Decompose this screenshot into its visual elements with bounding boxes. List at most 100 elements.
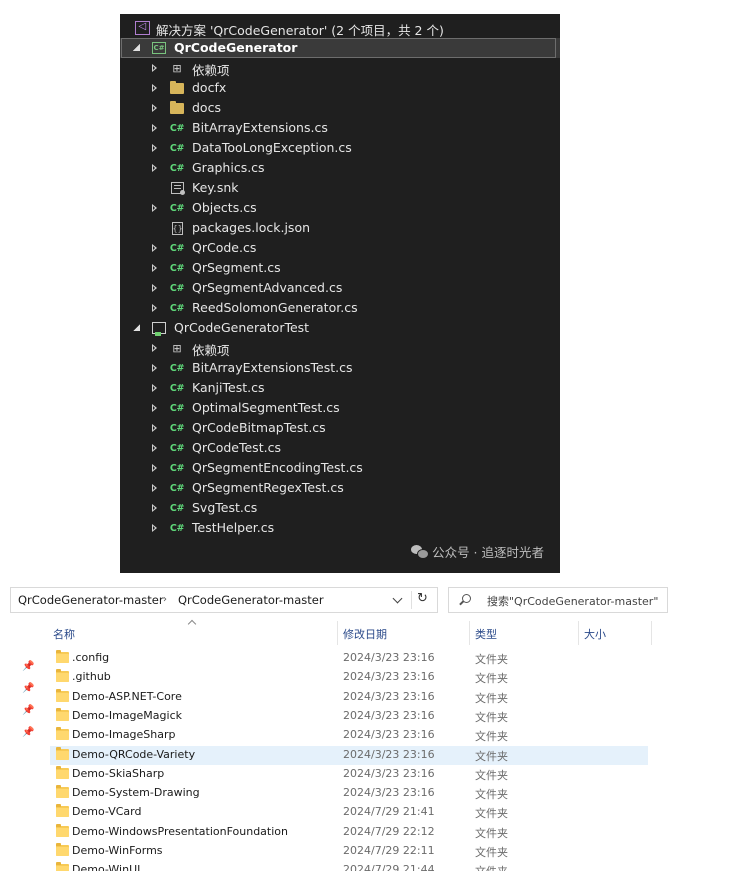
csharp-file-icon: C# <box>169 282 185 294</box>
file-row[interactable]: Demo-WinUI 2024/7/29 21:44 文件夹 <box>50 861 648 871</box>
folder-icon <box>56 727 69 741</box>
tree-item[interactable]: C# ReedSolomonGenerator.cs <box>120 298 560 318</box>
expand-arrow-icon[interactable] <box>150 63 160 73</box>
expand-arrow-icon[interactable] <box>150 203 160 213</box>
tree-item[interactable]: C# Objects.cs <box>120 198 560 218</box>
expand-arrow-icon[interactable] <box>150 243 160 253</box>
tree-item[interactable]: C# KanjiTest.cs <box>120 378 560 398</box>
expand-arrow-icon[interactable] <box>150 263 160 273</box>
tree-item[interactable]: C# TestHelper.cs <box>120 518 560 538</box>
file-row[interactable]: Demo-SkiaSharp 2024/3/23 23:16 文件夹 <box>50 765 648 784</box>
solution-root-row[interactable]: 解决方案 'QrCodeGenerator' (2 个项目，共 2 个) <box>120 18 560 38</box>
address-bar[interactable]: QrCodeGenerator-master › QrCodeGenerator… <box>10 587 438 613</box>
file-row[interactable]: Demo-ASP.NET-Core 2024/3/23 23:16 文件夹 <box>50 688 648 707</box>
file-row[interactable]: Demo-QRCode-Variety 2024/3/23 23:16 文件夹 <box>50 745 648 765</box>
column-header-type[interactable]: 类型 <box>475 626 497 642</box>
tree-item[interactable]: C# QrSegmentEncodingTest.cs <box>120 458 560 478</box>
column-header-name[interactable]: 名称 <box>53 626 75 642</box>
column-header-date[interactable]: 修改日期 <box>343 626 387 642</box>
tree-item[interactable]: C# QrSegment.cs <box>120 258 560 278</box>
tree-item[interactable]: C# BitArrayExtensions.cs <box>120 118 560 138</box>
expand-arrow-icon[interactable] <box>150 463 160 473</box>
file-row[interactable]: Demo-WindowsPresentationFoundation 2024/7… <box>50 823 648 842</box>
pin-icon[interactable]: 📌 <box>22 727 34 738</box>
tree-item[interactable]: C# OptimalSegmentTest.cs <box>120 398 560 418</box>
column-header-size[interactable]: 大小 <box>584 626 606 642</box>
expand-arrow-icon[interactable] <box>150 163 160 173</box>
file-row[interactable]: Demo-System-Drawing 2024/3/23 23:16 文件夹 <box>50 784 648 803</box>
tree-item[interactable]: docs <box>120 98 560 118</box>
expand-arrow-icon[interactable] <box>150 103 160 113</box>
tree-item[interactable]: C# DataTooLongException.cs <box>120 138 560 158</box>
expand-arrow-icon[interactable] <box>150 423 160 433</box>
expand-arrow-icon[interactable] <box>150 283 160 293</box>
csharp-file-icon: C# <box>169 402 185 414</box>
expand-arrow-icon[interactable] <box>150 83 160 93</box>
expand-arrow-icon[interactable] <box>150 443 160 453</box>
column-divider[interactable] <box>578 621 579 645</box>
expand-arrow-icon[interactable] <box>150 503 160 513</box>
expand-arrow-icon[interactable] <box>150 303 160 313</box>
tree-item[interactable]: ⊞ 依赖项 <box>120 58 560 78</box>
breadcrumb-segment-parent[interactable]: QrCodeGenerator-master <box>18 593 164 607</box>
folder-icon <box>169 81 185 95</box>
file-type: 文件夹 <box>475 768 508 782</box>
tree-item[interactable]: ⊞ 依赖项 <box>120 338 560 358</box>
test-project-icon <box>151 321 167 336</box>
pin-icon[interactable]: 📌 <box>22 661 34 672</box>
tree-item[interactable]: C# QrCodeGenerator <box>120 38 560 58</box>
csharp-file-icon: C# <box>169 122 185 134</box>
search-box[interactable]: 搜索"QrCodeGenerator-master" <box>448 587 668 613</box>
tree-item[interactable]: docfx <box>120 78 560 98</box>
file-row[interactable]: .config 2024/3/23 23:16 文件夹 <box>50 649 648 668</box>
breadcrumb-segment-current[interactable]: QrCodeGenerator-master <box>178 593 324 607</box>
json-file-icon: {} <box>171 221 183 235</box>
collapse-arrow-icon[interactable] <box>132 323 142 333</box>
file-name: .github <box>72 670 111 684</box>
expand-arrow-icon[interactable] <box>150 343 160 353</box>
tree-item-label: QrSegment.cs <box>192 260 281 275</box>
pin-icon[interactable]: 📌 <box>22 683 34 694</box>
expand-arrow-icon[interactable] <box>150 403 160 413</box>
expand-arrow-icon[interactable] <box>150 523 160 533</box>
tree-item[interactable]: C# QrSegmentRegexTest.cs <box>120 478 560 498</box>
pin-icon[interactable]: 📌 <box>22 705 34 716</box>
file-row[interactable]: Demo-ImageMagick 2024/3/23 23:16 文件夹 <box>50 707 648 726</box>
file-modified-date: 2024/7/29 22:12 <box>343 824 435 838</box>
tree-item[interactable]: C# QrCode.cs <box>120 238 560 258</box>
column-divider[interactable] <box>337 621 338 645</box>
expand-arrow-icon[interactable] <box>150 383 160 393</box>
tree-item[interactable]: {} packages.lock.json <box>120 218 560 238</box>
tree-item[interactable]: C# QrSegmentAdvanced.cs <box>120 278 560 298</box>
file-type: 文件夹 <box>475 672 508 686</box>
search-icon <box>462 594 471 603</box>
column-divider[interactable] <box>651 621 652 645</box>
file-row[interactable]: Demo-WinForms 2024/7/29 22:11 文件夹 <box>50 842 648 861</box>
file-row[interactable]: .github 2024/3/23 23:16 文件夹 <box>50 668 648 687</box>
file-name: .config <box>72 651 110 664</box>
csharp-file-icon: C# <box>169 142 185 154</box>
column-divider[interactable] <box>469 621 470 645</box>
tree-item[interactable]: C# QrCodeTest.cs <box>120 438 560 458</box>
expand-arrow-icon[interactable] <box>150 483 160 493</box>
tree-item[interactable]: C# SvgTest.cs <box>120 498 560 518</box>
file-row[interactable]: Demo-ImageSharp 2024/3/23 23:16 文件夹 <box>50 726 648 745</box>
tree-item[interactable]: Key.snk <box>120 178 560 198</box>
address-dropdown-icon[interactable] <box>391 593 405 607</box>
expand-arrow-icon[interactable] <box>150 143 160 153</box>
file-name: Demo-VCard <box>72 805 142 819</box>
dependencies-icon: ⊞ <box>172 341 182 355</box>
expand-arrow-icon[interactable] <box>150 363 160 373</box>
solution-explorer-panel: 解决方案 'QrCodeGenerator' (2 个项目，共 2 个) C# Q… <box>120 14 560 573</box>
tree-item[interactable]: C# Graphics.cs <box>120 158 560 178</box>
tree-item[interactable]: C# BitArrayExtensionsTest.cs <box>120 358 560 378</box>
csharp-file-icon: C# <box>169 522 185 534</box>
tree-item[interactable]: QrCodeGeneratorTest <box>120 318 560 338</box>
tree-item[interactable]: C# QrCodeBitmapTest.cs <box>120 418 560 438</box>
collapse-arrow-icon[interactable] <box>132 43 142 53</box>
file-modified-date: 2024/7/29 22:11 <box>343 844 435 857</box>
refresh-icon[interactable]: ↻ <box>417 591 428 606</box>
file-row[interactable]: Demo-VCard 2024/7/29 21:41 文件夹 <box>50 803 648 822</box>
expand-arrow-icon[interactable] <box>150 123 160 133</box>
folder-icon <box>56 862 69 871</box>
